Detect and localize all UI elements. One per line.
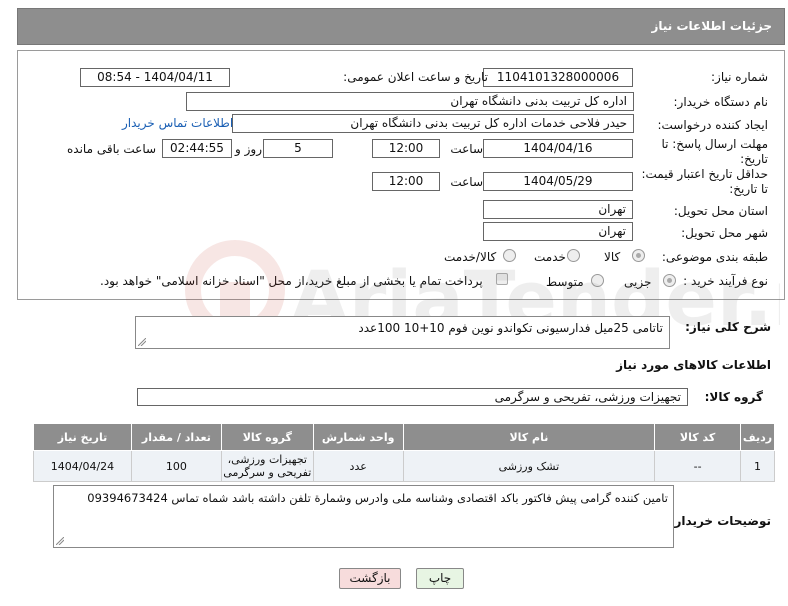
cell-qty: 100 (130, 450, 222, 482)
days-label: روز و (235, 142, 262, 156)
deadline-time-label: ساعت (450, 142, 483, 156)
description-label: شرح کلی نیاز: (685, 320, 771, 334)
cell-unit: عدد (312, 450, 404, 482)
col-qty: تعداد / مقدار (130, 423, 222, 451)
description-text: تاتامی 25میل فدارسیونی تکواندو نوین فوم … (358, 321, 663, 335)
announce-date-label: تاریخ و ساعت اعلان عمومی: (343, 70, 488, 84)
goods-table-header: ردیف کد کالا نام کالا واحد شمارش گروه کا… (33, 423, 775, 451)
cell-date: 1404/04/24 (33, 450, 132, 482)
col-row: ردیف (740, 423, 775, 451)
city-label: شهر محل تحویل: (681, 226, 768, 240)
cell-group-line1: تجهیزات ورزشی، (227, 453, 307, 466)
process-radio-medium[interactable] (591, 274, 604, 287)
deadline-date-field[interactable]: 1404/04/16 (483, 139, 633, 158)
col-name: نام کالا (402, 423, 656, 451)
remaining-time-label: ساعت باقی مانده (67, 142, 157, 156)
back-button[interactable]: بازگشت (339, 568, 401, 589)
validity-label-1: حداقل تاریخ اعتبار قیمت: (641, 167, 768, 181)
category-option-service: خدمت (534, 250, 566, 264)
page-header: جزئیات اطلاعات نیاز (17, 8, 785, 45)
validity-time-field[interactable]: 12:00 (372, 172, 440, 191)
goods-group-field[interactable]: تجهیزات ورزشی، تفریحی و سرگرمی (137, 388, 688, 406)
category-radio-service[interactable] (567, 249, 580, 262)
process-option-partial: جزیی (624, 275, 652, 289)
print-button[interactable]: چاپ (416, 568, 464, 589)
table-row: 1 -- تشک ورزشی عدد تجهیزات ورزشی، تفریحی… (33, 450, 775, 482)
buyer-org-field[interactable]: اداره کل تربیت بدنی دانشگاه تهران (186, 92, 634, 111)
buyer-contact-link[interactable]: اطلاعات تماس خریدار (122, 116, 233, 130)
requester-label: ایجاد کننده درخواست: (657, 118, 768, 132)
validity-date-field[interactable]: 1404/05/29 (483, 172, 633, 191)
need-number-field[interactable]: 1104101328000006 (483, 68, 633, 87)
buyer-notes-label: توضیحات خریدار: (669, 514, 771, 528)
cell-group: تجهیزات ورزشی، تفریحی و سرگرمی (220, 450, 314, 482)
description-textarea[interactable]: تاتامی 25میل فدارسیونی تکواندو نوین فوم … (135, 316, 670, 349)
requester-field[interactable]: حیدر فلاحی خدمات اداره کل تربیت بدنی دان… (232, 114, 634, 133)
announce-date-field[interactable]: 1404/04/11 - 08:54 (80, 68, 230, 87)
page-title: جزئیات اطلاعات نیاز (651, 19, 772, 33)
province-field[interactable]: تهران (483, 200, 633, 219)
cell-name: تشک ورزشی (402, 450, 656, 482)
category-label: طبقه بندی موضوعی: (661, 250, 768, 264)
deadline-label-2: تاریخ: (740, 152, 768, 166)
validity-time-label: ساعت (450, 175, 483, 189)
cell-row: 1 (740, 450, 775, 482)
deadline-label-1: مهلت ارسال پاسخ: تا (661, 137, 768, 151)
deadline-time-field[interactable]: 12:00 (372, 139, 440, 158)
goods-table: ردیف کد کالا نام کالا واحد شمارش گروه کا… (33, 423, 775, 482)
category-radio-goods[interactable] (632, 249, 645, 262)
treasury-payment-checkbox[interactable] (496, 273, 508, 285)
validity-label-2: تا تاریخ: (729, 182, 768, 196)
resize-handle-icon[interactable] (138, 338, 146, 346)
category-radio-goods-service[interactable] (503, 249, 516, 262)
resize-handle-icon[interactable] (56, 537, 64, 545)
process-option-medium: متوسط (546, 275, 584, 289)
col-code: کد کالا (654, 423, 742, 451)
province-label: استان محل تحویل: (673, 204, 768, 218)
goods-group-label: گروه کالا: (704, 390, 763, 404)
city-field[interactable]: تهران (483, 222, 633, 241)
col-group: گروه کالا (220, 423, 314, 451)
col-date: تاریخ نیاز (33, 423, 132, 451)
buyer-notes-textarea[interactable]: تامین کننده گرامی پیش فاکتور باکد اقتصاد… (53, 485, 674, 548)
category-option-goods-service: کالا/خدمت (444, 250, 497, 264)
goods-group-value: تجهیزات ورزشی، تفریحی و سرگرمی (494, 390, 681, 404)
col-unit: واحد شمارش (312, 423, 404, 451)
buyer-org-label: نام دستگاه خریدار: (673, 95, 769, 109)
cell-code: -- (654, 450, 742, 482)
category-option-goods: کالا (604, 250, 621, 264)
days-remaining-field[interactable]: 5 (263, 139, 333, 158)
need-number-label: شماره نیاز: (711, 70, 768, 84)
goods-section-title: اطلاعات کالاهای مورد نیاز (616, 358, 771, 372)
process-radio-partial[interactable] (663, 274, 676, 287)
cell-group-line2: تفریحی و سرگرمی (223, 466, 312, 479)
process-label: نوع فرآیند خرید : (683, 274, 768, 288)
treasury-payment-note: پرداخت تمام یا بخشی از مبلغ خرید،از محل … (100, 274, 483, 288)
buyer-notes-text: تامین کننده گرامی پیش فاکتور باکد اقتصاد… (87, 491, 668, 505)
remaining-time-field[interactable]: 02:44:55 (162, 139, 232, 158)
